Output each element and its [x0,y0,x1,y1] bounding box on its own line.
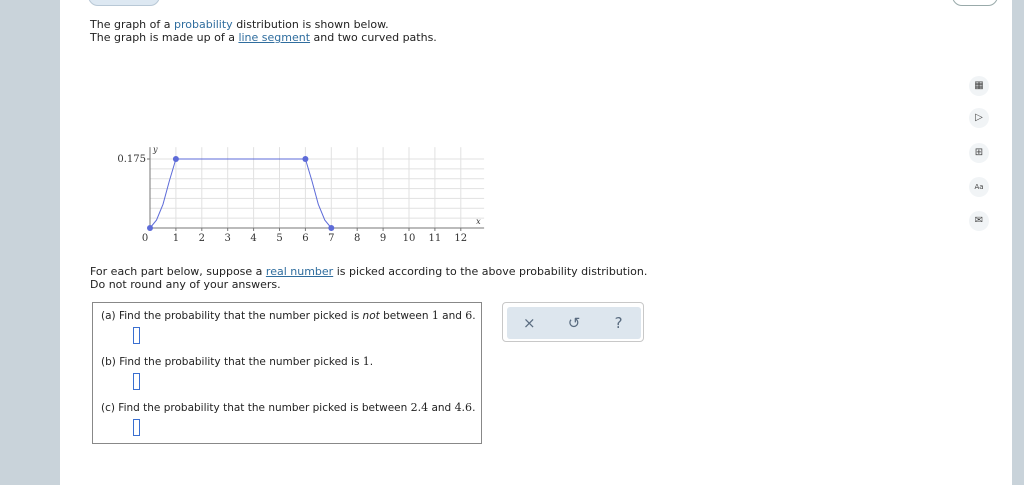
question-b-text: . [369,356,374,368]
textbook-glyph: Aa [974,183,984,191]
data-point [328,225,335,231]
undo-button[interactable]: ↺ [560,314,588,332]
help-button[interactable]: ? [605,314,633,332]
question-a-text: between [379,310,432,322]
parts-intro-line-2: Do not round any of your answers. [90,278,281,291]
x-tick-label: 0 [142,233,148,244]
video-glyph: ▷ [975,112,983,123]
x-tick-label: 12 [454,233,467,244]
data-point [172,156,179,162]
question-c-number: 2.4 [410,401,429,414]
intro-line-2: The graph is made up of a line segment a… [90,31,437,44]
question-a-text: (a) Find the probability that the number… [101,310,363,322]
answer-b-input[interactable] [133,373,140,390]
probability-graph: 0 1 2 3 4 5 6 7 8 9 10 11 120.175yx [117,145,485,244]
x-tick-label: 4 [250,233,256,244]
real-number-link[interactable]: real number [266,265,333,278]
x-tick-label: 1 [173,233,179,244]
x-tick-label: 9 [380,233,386,244]
video-icon[interactable]: ▷ [969,108,989,128]
data-point [302,156,309,162]
parts-text: For each part below, suppose a [90,265,266,278]
question-c-text: and [428,402,455,414]
question-b: (b) Find the probability that the number… [101,355,373,368]
intro-text: and two curved paths. [310,31,437,44]
calculator-icon[interactable]: ▦ [969,76,989,96]
clear-button[interactable]: × [515,314,543,332]
x-tick-label: 10 [403,233,416,244]
question-b-text: (b) Find the probability that the number… [101,356,363,368]
calculator-glyph: ▦ [974,80,984,91]
x-tick-label: 8 [354,233,360,244]
question-a: (a) Find the probability that the number… [101,309,476,322]
table-glyph: ⊞ [974,147,984,158]
data-point [147,225,153,231]
question-a-number: 1 [431,309,439,322]
parts-intro-line-1: For each part below, suppose a real numb… [90,265,647,278]
question-a-text: and [438,310,466,322]
textbook-icon[interactable]: Aa [969,177,989,197]
x-tick-label: 7 [328,233,334,244]
table-icon[interactable]: ⊞ [969,143,989,163]
probability-link[interactable]: probability [174,18,233,31]
question-c-number: 4.6 [454,401,473,414]
question-a-text: . [472,310,476,322]
x-tick-label: 6 [302,233,308,244]
question-c-text: (c) Find the probability that the number… [101,402,411,414]
intro-line-1: The graph of a probability distribution … [90,18,437,31]
top-right-button-fragment[interactable] [952,0,998,6]
answer-a-input[interactable] [133,327,140,344]
email-glyph: ✉ [974,215,984,226]
question-a-emphasis: not [362,310,380,322]
top-tab-fragment [88,0,160,6]
x-axis-label: x [476,217,481,226]
x-tick-label: 2 [199,233,205,244]
y-tick-label: 0.175 [117,154,146,165]
question-c-text: . [472,402,476,414]
y-axis-label: y [152,145,158,154]
answer-toolbar-inner: × ↺ ? [507,307,641,339]
problem-intro: The graph of a probability distribution … [90,18,437,44]
parts-text: is picked according to the above probabi… [333,265,648,278]
answer-toolbar: × ↺ ? [502,302,644,342]
x-tick-label: 11 [429,233,442,244]
x-tick-label: 5 [276,233,282,244]
line-segment-link[interactable]: line segment [238,31,310,44]
question-b-number: 1 [362,355,370,368]
answer-c-input[interactable] [133,419,140,436]
x-tick-label: 3 [225,233,231,244]
question-c: (c) Find the probability that the number… [101,401,475,414]
intro-text: The graph of a [90,18,174,31]
questions-box: (a) Find the probability that the number… [92,302,482,444]
intro-text: distribution is shown below. [232,18,389,31]
intro-text: The graph is made up of a [90,31,239,44]
parts-intro: For each part below, suppose a real numb… [90,265,647,291]
email-icon[interactable]: ✉ [969,211,989,231]
